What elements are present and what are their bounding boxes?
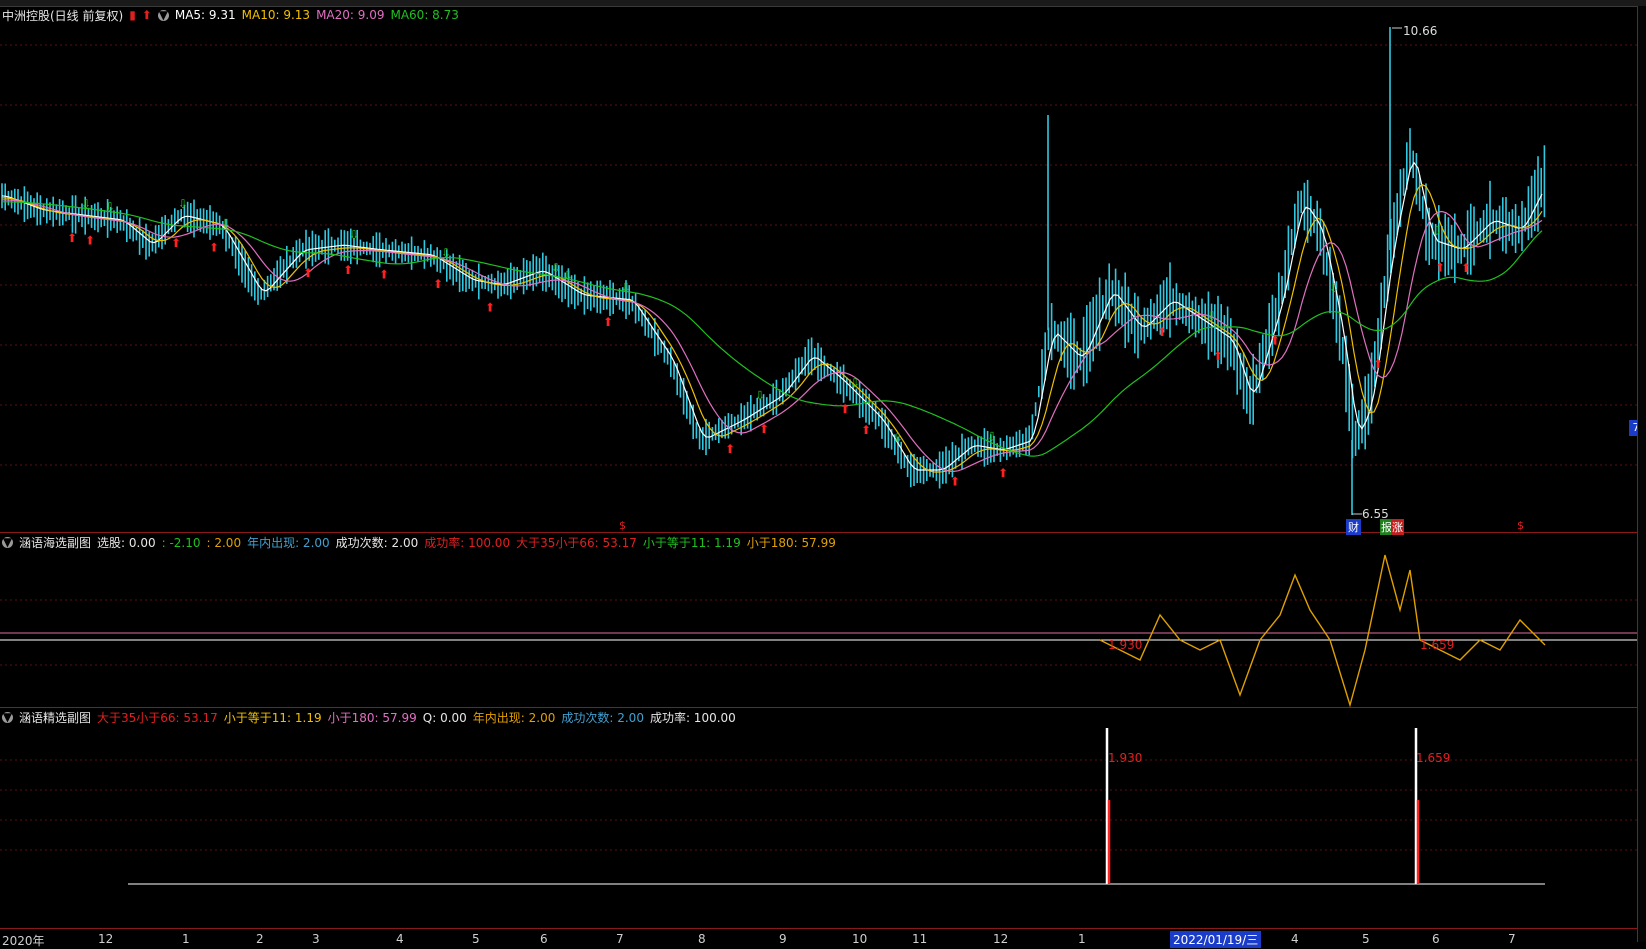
sell-arrow: ⇩ <box>755 389 765 403</box>
month-label: 9 <box>779 932 787 946</box>
buy-arrow: ⬆ <box>603 315 613 329</box>
sell-arrow: ⇩ <box>563 269 573 283</box>
buy-arrow: ⬆ <box>759 422 769 436</box>
sell-arrow: ⇩ <box>850 376 860 390</box>
chart-canvas[interactable]: ⬆ ⬆ ⬆ ⬆⬆ ⬆ ⬆⬆⬆⬆⬆⬆⬆⬆⬆⬆⬆⬆⬆⬆⬆ ⬆⇩ ⇩ ⇩⇩⇩⇩⇩⇩⇩⇩⇩⇩ ⇩⇩⇩⇩ <box>0 0 1637 928</box>
buy-arrow: ⬆ <box>1435 260 1445 274</box>
buy-arrow: ⬆ <box>1461 261 1471 275</box>
buy-arrow: ⬆ <box>433 277 443 291</box>
sell-arrow: ⇩ <box>551 261 561 275</box>
right-axis[interactable] <box>1637 6 1646 942</box>
buy-arrow: ⬆ <box>950 475 960 489</box>
buy-arrow: ⬆ <box>1270 334 1280 348</box>
sub1-level-label-1: 1.930 <box>1108 638 1143 652</box>
month-label: 4 <box>396 932 404 946</box>
buy-arrow: ⬆ <box>840 402 850 416</box>
sell-arrow: ⇩ <box>81 197 91 211</box>
ma10-line <box>1 183 1543 473</box>
buy-arrow: ⬆ <box>85 233 95 247</box>
month-label: 8 <box>698 932 706 946</box>
sell-arrow: ⇩ <box>105 200 115 214</box>
buy-arrow: ⬆ <box>67 231 77 245</box>
buy-arrow: ⬆ <box>379 267 389 281</box>
buy-arrow: ⬆ <box>1373 357 1383 371</box>
month-label: 2 <box>256 932 264 946</box>
sell-arrow: ⇩ <box>893 431 903 445</box>
month-label: 4 <box>1291 932 1299 946</box>
buy-arrow: ⬆ <box>1213 349 1223 363</box>
sub1-oscillator <box>1099 554 1546 708</box>
month-label: 12 <box>98 932 114 946</box>
sell-arrow: ⇩ <box>441 246 451 260</box>
month-label: 7 <box>616 932 624 946</box>
sell-arrow: ⇩ <box>178 197 188 211</box>
buy-arrow: ⬆ <box>171 236 181 250</box>
buy-arrow: ⬆ <box>861 423 871 437</box>
buy-arrow: ⬆ <box>343 263 353 277</box>
month-label: 7 <box>1508 932 1516 946</box>
sell-arrow: ⇩ <box>987 430 997 444</box>
sell-arrow: ⇩ <box>1329 281 1339 295</box>
month-label: 6 <box>1432 932 1440 946</box>
finance-marker[interactable]: 财 <box>1346 519 1361 535</box>
buy-arrow: ⬆ <box>303 266 313 280</box>
sell-arrow: ⇩ <box>1432 223 1442 237</box>
buy-arrow: ⬆ <box>998 466 1008 480</box>
sell-arrow: ⇩ <box>221 217 231 231</box>
buy-arrow: ⬆ <box>725 442 735 456</box>
sub1-level-label-2: 1.659 <box>1420 638 1455 652</box>
sell-arrow: ⇩ <box>621 281 631 295</box>
month-label: 6 <box>540 932 548 946</box>
month-label: 5 <box>472 932 480 946</box>
rise-marker[interactable]: 涨 <box>1391 519 1404 535</box>
month-label: 1 <box>1078 932 1086 946</box>
month-label: 11 <box>912 932 928 946</box>
dividend-marker-1[interactable]: $ <box>619 519 626 532</box>
buy-arrow: ⬆ <box>1157 325 1167 339</box>
sub2-spike-label-1: 1.930 <box>1108 751 1143 765</box>
sub2-spike-label-2: 1.659 <box>1416 751 1451 765</box>
time-axis[interactable]: 2020年 12123456789101112134567 2022/01/19… <box>0 928 1637 949</box>
high-price-label: 10.66 <box>1403 24 1438 38</box>
buy-arrow: ⬆ <box>209 241 219 255</box>
month-label: 5 <box>1362 932 1370 946</box>
month-label: 10 <box>852 932 868 946</box>
month-label: 12 <box>993 932 1009 946</box>
dividend-marker-2[interactable]: $ <box>1517 519 1524 532</box>
month-label: 3 <box>312 932 320 946</box>
year-label: 2020年 <box>2 934 45 948</box>
buy-arrow: ⬆ <box>485 300 495 314</box>
month-label: 1 <box>182 932 190 946</box>
selected-date: 2022/01/19/三 <box>1170 931 1262 948</box>
sell-arrow: ⇩ <box>1207 309 1217 323</box>
sell-arrow: ⇩ <box>349 228 359 242</box>
